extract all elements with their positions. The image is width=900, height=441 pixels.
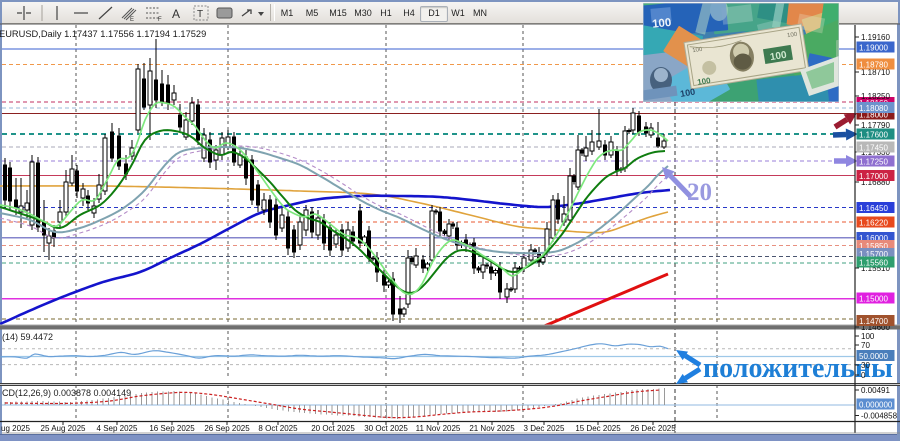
svg-text:30 Oct 2025: 30 Oct 2025 — [364, 424, 408, 433]
svg-text:25 Aug 2025: 25 Aug 2025 — [41, 424, 86, 433]
svg-text:1.17450: 1.17450 — [859, 144, 888, 153]
svg-text:0: 0 — [861, 371, 866, 380]
svg-text:1.17000: 1.17000 — [859, 172, 888, 181]
svg-text:1.17600: 1.17600 — [859, 131, 888, 140]
svg-text:8 Oct 2025: 8 Oct 2025 — [258, 424, 298, 433]
svg-text:(14) 59.4472: (14) 59.4472 — [2, 332, 53, 342]
svg-text:26 Dec 2025: 26 Dec 2025 — [630, 424, 676, 433]
svg-text:3 Dec 2025: 3 Dec 2025 — [524, 424, 565, 433]
svg-text:50.0000: 50.0000 — [859, 352, 888, 361]
svg-text:1.18780: 1.18780 — [859, 61, 888, 70]
svg-text:15 Dec 2025: 15 Dec 2025 — [575, 424, 621, 433]
svg-text:1.16450: 1.16450 — [859, 204, 888, 213]
svg-text:20: 20 — [687, 179, 712, 206]
svg-text:1.18080: 1.18080 — [859, 104, 888, 113]
svg-text:4 Sep 2025: 4 Sep 2025 — [97, 424, 138, 433]
svg-text:CD(12,26,9) 0.003878 0.004149: CD(12,26,9) 0.003878 0.004149 — [2, 388, 131, 398]
svg-text:11 Nov 2025: 11 Nov 2025 — [416, 424, 461, 433]
svg-text:ug 2025: ug 2025 — [1, 424, 30, 433]
svg-text:1.18250: 1.18250 — [861, 92, 890, 101]
svg-text:0.00491: 0.00491 — [861, 386, 890, 395]
svg-text:0.000000: 0.000000 — [859, 401, 893, 410]
svg-text:20 Oct 2025: 20 Oct 2025 — [311, 424, 355, 433]
svg-text:100: 100 — [652, 17, 672, 31]
svg-text:1.15560: 1.15560 — [859, 259, 888, 268]
svg-text:1.15000: 1.15000 — [859, 295, 888, 304]
svg-text:70: 70 — [861, 341, 870, 350]
svg-text:1.17250: 1.17250 — [859, 158, 888, 167]
svg-text:16 Sep 2025: 16 Sep 2025 — [149, 424, 195, 433]
svg-text:1.14700: 1.14700 — [859, 317, 888, 326]
svg-text:21 Nov 2025: 21 Nov 2025 — [469, 424, 515, 433]
svg-text:30: 30 — [861, 361, 870, 370]
svg-text:EURUSD,Daily 1.17437 1.17556: EURUSD,Daily 1.17437 1.17556 1.17194 1.1… — [0, 29, 206, 39]
svg-text:100: 100 — [861, 332, 875, 341]
svg-text:-0.004858: -0.004858 — [861, 412, 898, 421]
svg-text:1.16220: 1.16220 — [859, 219, 888, 228]
svg-text:1.19000: 1.19000 — [859, 44, 888, 53]
svg-text:1.19160: 1.19160 — [861, 33, 890, 42]
svg-text:26 Sep 2025: 26 Sep 2025 — [204, 424, 250, 433]
